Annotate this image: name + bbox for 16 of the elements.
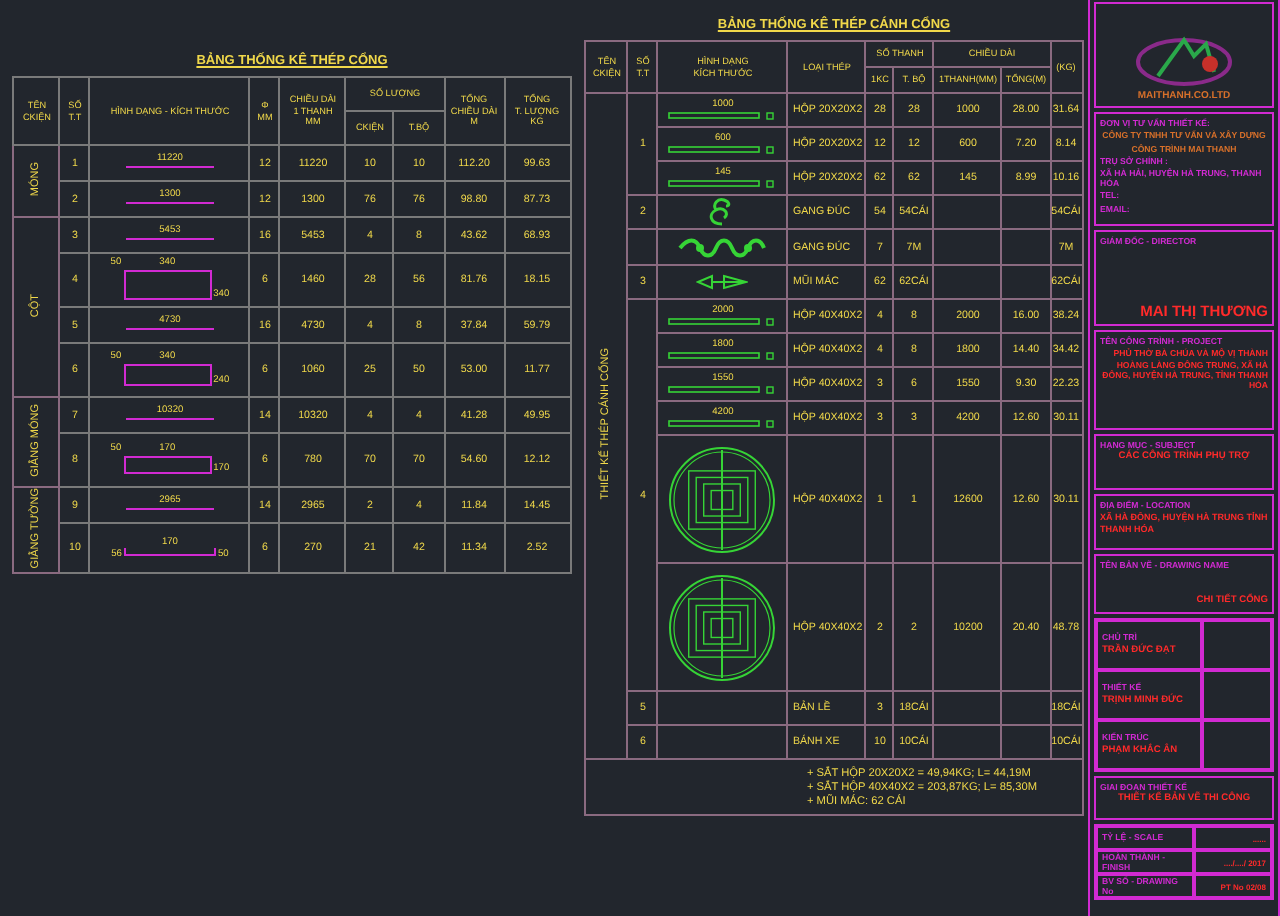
steel-bar-drawing	[668, 351, 777, 360]
logo-drawing	[1134, 31, 1234, 88]
hook-bar-drawing	[123, 547, 216, 556]
steel-bar-drawing	[668, 419, 777, 428]
steel-bar-drawing	[668, 317, 777, 326]
stirrup-drawing	[123, 269, 212, 300]
steel-bar-drawing	[668, 145, 777, 154]
vine-ornament-drawing	[678, 237, 767, 257]
spear-tip-drawing	[696, 274, 749, 290]
stirrup-drawing	[123, 363, 212, 386]
medallion-drawing	[668, 445, 777, 553]
steel-bar-drawing	[668, 111, 777, 120]
medallion-drawing	[668, 573, 777, 681]
steel-bar-drawing	[668, 385, 777, 394]
stirrup-drawing	[123, 455, 212, 474]
steel-bar-drawing	[668, 179, 777, 188]
